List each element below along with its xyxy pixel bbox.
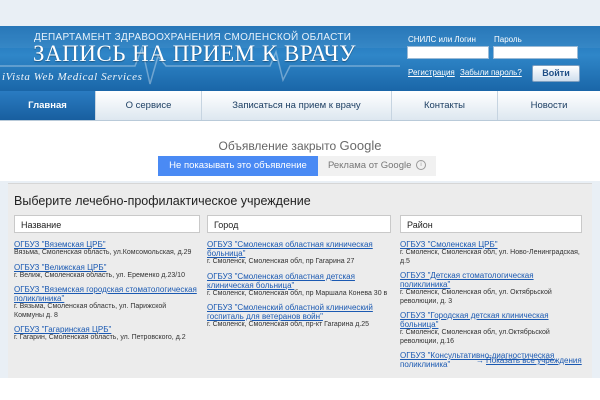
column-district-list: ОГБУЗ "Смоленская ЦРБ" г. Смоленск, Смоле…	[400, 240, 583, 368]
column-header-district[interactable]: Район	[400, 215, 582, 233]
facility-link[interactable]: ОГБУЗ "Смоленский областной клинический …	[207, 303, 390, 321]
brand-logo-text: iVista Web Medical Services	[2, 71, 143, 83]
facility-item: ОГБУЗ "Гагаринская ЦРБ" г. Гагарин, Смоле…	[14, 325, 197, 343]
facility-item: ОГБУЗ "Смоленский областной клинический …	[207, 303, 390, 330]
selector-title: Выберите лечебно-профилактическое учрежд…	[14, 194, 311, 208]
bottom-strip	[0, 378, 600, 400]
main-nav: Главная О сервисе Записаться на прием к …	[0, 91, 600, 121]
show-all-link[interactable]: Показать все учреждения	[486, 356, 582, 365]
facility-address: г. Смоленск, Смоленская обл, пр-кт Гагар…	[207, 321, 370, 328]
site-header: ДЕПАРТАМЕНТ ЗДРАВООХРАНЕНИЯ СМОЛЕНСКОЙ О…	[0, 26, 600, 91]
login-button[interactable]: Войти	[532, 65, 580, 82]
facility-address: г. Смоленск, Смоленская обл, пр Маршала …	[207, 289, 388, 297]
facility-item: ОГБУЗ "Смоленская ЦРБ" г. Смоленск, Смоле…	[400, 240, 583, 266]
facility-link[interactable]: ОГБУЗ "Городская детская клиническая бол…	[400, 311, 583, 329]
facility-item: ОГБУЗ "Детская стоматологическая поликли…	[400, 271, 583, 306]
facility-link[interactable]: ОГБУЗ "Вяземская городская стоматологиче…	[14, 285, 197, 303]
ads-by-label: Реклама от Google	[327, 160, 412, 171]
facility-address: Вязьма, Смоленская область, ул.Комсомоль…	[14, 249, 192, 256]
info-icon: i	[416, 160, 427, 171]
facility-link[interactable]: ОГБУЗ "Смоленская областная клиническая …	[207, 240, 390, 258]
register-link[interactable]: Регистрация	[408, 68, 455, 77]
facility-address: г. Велиж, Смоленская область, ул. Еремен…	[14, 271, 185, 279]
facility-link[interactable]: ОГБУЗ "Смоленская ЦРБ"	[400, 240, 583, 249]
facility-item: ОГБУЗ "Вяземская ЦРБ" Вязьма, Смоленская …	[14, 240, 197, 258]
snils-input[interactable]	[407, 46, 489, 59]
facility-address: г. Вязьма, Смоленская область, ул. Париж…	[14, 303, 167, 319]
ad-banner: Объявление закрыто Google Не показывать …	[0, 121, 600, 181]
facility-selector: Выберите лечебно-профилактическое учрежд…	[8, 183, 592, 378]
page-frame: ДЕПАРТАМЕНТ ЗДРАВООХРАНЕНИЯ СМОЛЕНСКОЙ О…	[0, 0, 600, 378]
facility-link[interactable]: ОГБУЗ "Велижская ЦРБ"	[14, 263, 197, 272]
ad-closed-notice: Объявление закрыто Google	[0, 138, 600, 153]
nav-contacts[interactable]: Контакты	[392, 91, 498, 120]
ads-by-google-button[interactable]: Реклама от Google i	[318, 156, 436, 176]
facility-address: г. Смоленск, Смоленская обл, ул. Ново-Ле…	[400, 249, 580, 265]
password-label: Пароль	[494, 35, 522, 44]
page-title: ЗАПИСЬ НА ПРИЕМ К ВРАЧУ	[33, 41, 357, 66]
nav-home[interactable]: Главная	[0, 91, 96, 120]
facility-link[interactable]: ОГБУЗ "Детская стоматологическая поликли…	[400, 271, 583, 289]
facility-link[interactable]: ОГБУЗ "Вяземская ЦРБ"	[14, 240, 197, 249]
nav-news[interactable]: Новости	[498, 91, 600, 120]
ad-closed-text: Объявление закрыто	[218, 139, 337, 153]
google-logo: Google	[339, 138, 382, 153]
facility-item: ОГБУЗ "Смоленская областная клиническая …	[207, 240, 390, 267]
facility-item: ОГБУЗ "Вяземская городская стоматологиче…	[14, 285, 197, 320]
facility-link[interactable]: ОГБУЗ "Гагаринская ЦРБ"	[14, 325, 197, 334]
nav-appointment[interactable]: Записаться на прием к врачу	[202, 91, 392, 120]
facility-address: г. Смоленск, Смоленская обл, пр Гагарина…	[207, 258, 355, 265]
stop-ad-button[interactable]: Не показывать это объявление	[158, 156, 318, 176]
snils-label: СНИЛС или Логин	[408, 35, 476, 44]
facility-address: г. Гагарин, Смоленская область, ул. Петр…	[14, 334, 186, 341]
nav-about[interactable]: О сервисе	[96, 91, 202, 120]
column-header-name[interactable]: Название	[14, 215, 200, 233]
column-header-city[interactable]: Город	[207, 215, 391, 233]
facility-item: ОГБУЗ "Городская детская клиническая бол…	[400, 311, 583, 346]
facility-address: г. Смоленск, Смоленская обл, ул. Октябрь…	[400, 289, 552, 305]
login-form: СНИЛС или Логин Пароль Регистрация Забыл…	[402, 30, 582, 86]
column-city-list: ОГБУЗ "Смоленская областная клиническая …	[207, 240, 390, 368]
facility-item: ОГБУЗ "Смоленская областная детская клин…	[207, 272, 390, 299]
facility-item: ОГБУЗ "Велижская ЦРБ" г. Велиж, Смоленска…	[14, 263, 197, 281]
facility-link[interactable]: ОГБУЗ "Смоленская областная детская клин…	[207, 272, 390, 290]
password-input[interactable]	[493, 46, 578, 59]
column-name-list: ОГБУЗ "Вяземская ЦРБ" Вязьма, Смоленская …	[14, 240, 197, 368]
arrow-right-icon: →	[476, 356, 484, 365]
forgot-password-link[interactable]: Забыли пароль?	[460, 68, 522, 77]
facility-address: г. Смоленск, Смоленская обл, ул.Октябрьс…	[400, 329, 550, 345]
